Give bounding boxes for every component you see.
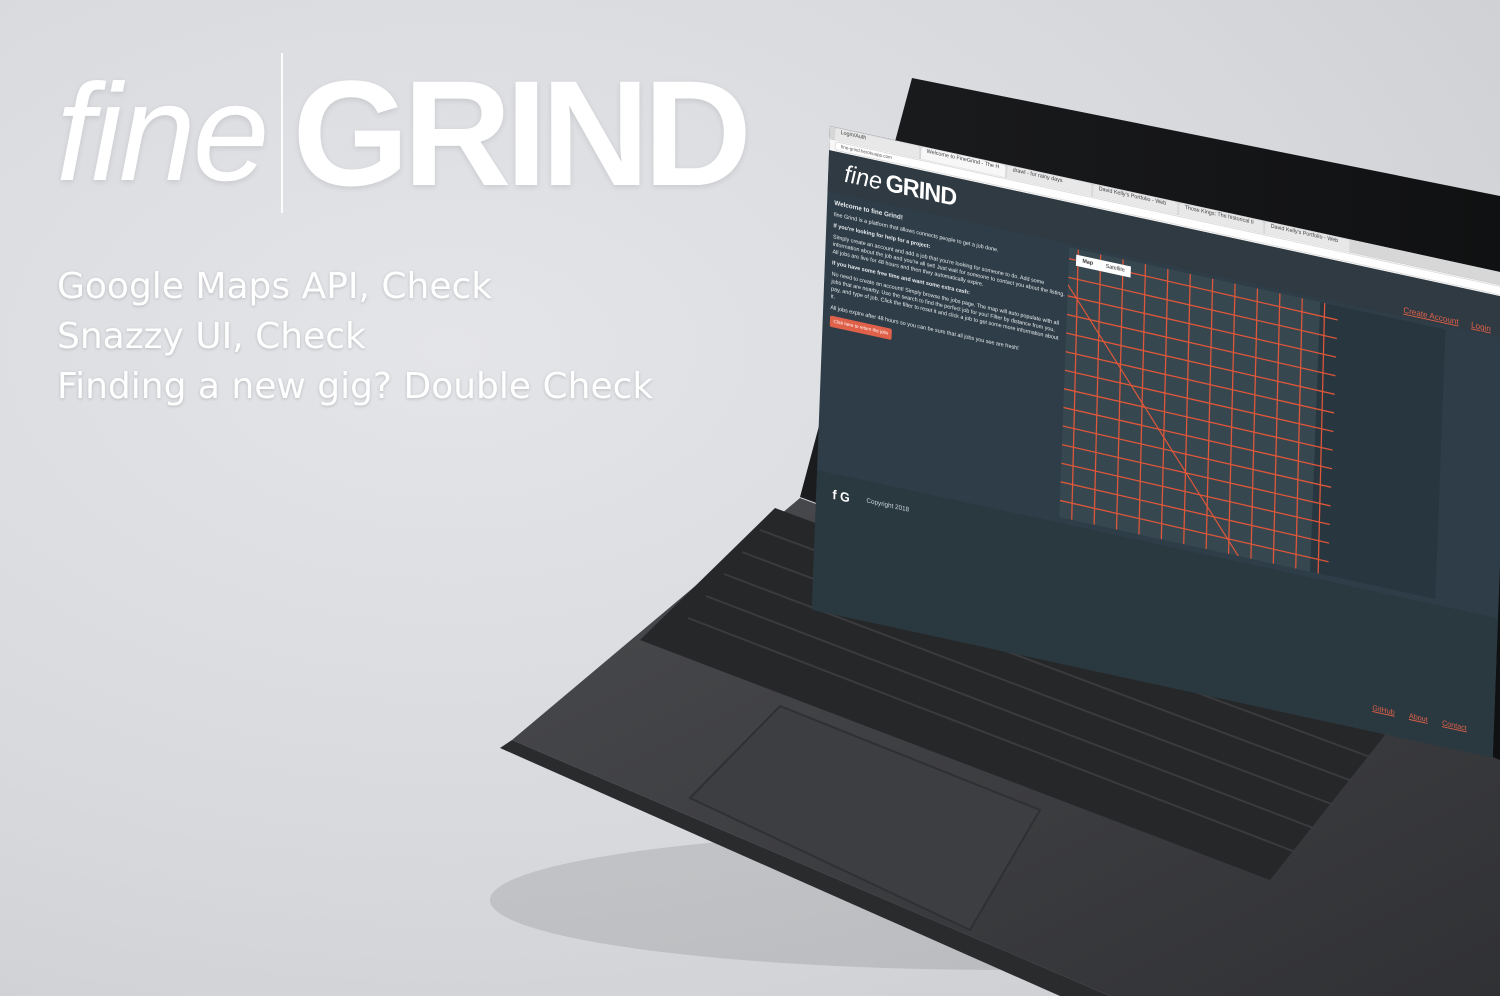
map-street: [1272, 293, 1281, 564]
map-street: [1064, 369, 1334, 433]
map-street: [1138, 263, 1147, 535]
map-street: [1115, 259, 1124, 530]
map-street: [1065, 350, 1335, 414]
map-street: [1061, 462, 1330, 526]
map-street: [1250, 288, 1259, 560]
map-street: [1317, 302, 1326, 574]
screen-inner: Login/Auth Welcome to FineGrind - The H …: [811, 126, 1500, 758]
map-highway: [1067, 284, 1239, 557]
map-street: [1295, 298, 1303, 569]
map-street: [1063, 406, 1333, 470]
github-link[interactable]: GitHub: [1372, 703, 1395, 716]
copyright-text: Copyright 2018: [866, 497, 910, 514]
about-link[interactable]: About: [1409, 711, 1428, 723]
footer-links: GitHub About Contact: [1372, 703, 1467, 732]
map-streets: [1059, 249, 1338, 574]
map-street: [1062, 425, 1332, 488]
contact-link[interactable]: Contact: [1442, 719, 1467, 733]
map-street: [1160, 268, 1169, 540]
map-street: [1066, 332, 1335, 395]
map-street: [1071, 249, 1079, 521]
footer-logo: f G: [832, 486, 851, 506]
map-street: [1227, 283, 1236, 555]
map-street: [1066, 313, 1336, 377]
map-street: [1061, 443, 1331, 507]
map-street: [1205, 278, 1214, 550]
site-logo-fine: fine: [843, 159, 883, 196]
map-street: [1093, 254, 1102, 525]
map-street: [1183, 273, 1191, 545]
map-street: [1063, 388, 1333, 451]
